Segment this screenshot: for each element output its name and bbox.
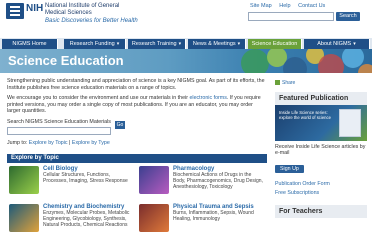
nav-label: Science Education [251,41,298,47]
nav-label: NIGMS Home [12,41,47,47]
banner-collage-image [241,49,372,73]
para-text: We encourage you to consider the environ… [7,95,190,101]
chevron-down-icon: ▾ [237,41,241,47]
featured-publication-heading: Featured Publication [275,92,367,105]
pharmacology-thumbnail[interactable] [139,166,169,194]
explore-by-type-link[interactable]: Explore by Type [72,140,110,146]
institute-name[interactable]: National Institute of General Medical Sc… [45,3,135,17]
featured-image-caption: Inside Life Science series: explore the … [279,110,331,120]
site-search-input[interactable] [248,12,334,21]
right-sidebar: Share Featured Publication Inside Life S… [275,80,367,218]
magazine-cover-icon [339,109,361,137]
education-search-go-button[interactable]: Go [115,121,125,129]
explore-by-topic-link[interactable]: Explore by Topic [29,140,68,146]
nav-item-home[interactable]: NIGMS Home [2,39,58,49]
nav-item-science-education[interactable]: Science Education [248,39,302,49]
nav-label: Research Funding [69,41,115,47]
for-teachers-heading: For Teachers [275,204,367,218]
utility-links: Site Map Help Contact Us [250,3,331,9]
nih-logo-icon[interactable] [6,3,24,19]
tagline: Basic Discoveries for Better Health [45,18,138,24]
main-nav: NIGMS Home Research Funding ▾ Research Tr… [0,38,372,49]
topic-card-cell-biology[interactable]: Cell Biology Cellular Structures, Functi… [7,163,135,201]
site-map-link[interactable]: Site Map [250,3,272,9]
share-icon [275,80,280,86]
free-subscriptions-link[interactable]: Free Subscriptions [275,190,367,196]
topic-description: Enzymes, Molecular Probes, Metabolic Eng… [43,210,130,228]
chevron-down-icon: ▾ [353,41,356,47]
nav-label: News & Meetings [192,41,236,47]
topics-grid: Cell Biology Cellular Structures, Functi… [7,163,267,240]
chemistry-thumbnail[interactable] [9,204,39,232]
share-label: Share [282,80,296,86]
site-header: NIH National Institute of General Medica… [0,0,372,38]
jump-links: Jump to: Explore by Topic | Explore by T… [7,140,267,146]
electronic-forms-link[interactable]: electronic forms [189,95,226,101]
page-title: Science Education [8,53,124,68]
page-banner: Science Education [0,49,372,73]
main-content: Strengthening public understanding and a… [7,78,267,146]
nav-item-research-funding[interactable]: Research Funding ▾ [64,39,126,49]
share-row[interactable]: Share [275,80,367,86]
trauma-thumbnail[interactable] [139,204,169,232]
explore-by-topic-heading: Explore by Topic [7,154,267,163]
nav-item-news-meetings[interactable]: News & Meetings ▾ [188,39,246,49]
contact-us-link[interactable]: Contact Us [298,3,325,9]
featured-description: Receive Inside Life Science articles by … [275,144,366,157]
sign-up-button[interactable]: Sign Up [275,164,304,173]
featured-publication-image[interactable]: Inside Life Science series: explore the … [275,105,367,141]
topic-card-trauma-sepsis[interactable]: Physical Trauma and Sepsis Burns, Inflam… [137,201,265,239]
nav-label: Research Training [131,41,177,47]
site-search-button[interactable]: Search [336,12,360,21]
topic-description: Cellular Structures, Functions, Processe… [43,172,128,184]
education-search-input[interactable] [7,126,111,135]
publication-order-form-link[interactable]: Publication Order Form [275,181,367,187]
help-link[interactable]: Help [279,3,290,9]
chevron-down-icon: ▾ [178,41,182,47]
environment-paragraph: We encourage you to consider the environ… [7,95,267,115]
nav-item-research-training[interactable]: Research Training ▾ [128,39,186,49]
topic-card-pharmacology[interactable]: Pharmacology Biochemical Actions of Drug… [137,163,265,201]
topic-description: Biochemical Actions of Drugs in the Body… [173,172,263,190]
nav-item-about[interactable]: About NIGMS ▾ [304,39,370,49]
topic-card-chemistry[interactable]: Chemistry and Biochemistry Enzymes, Mole… [7,201,135,239]
nav-label: About NIGMS [317,41,352,47]
education-search-label: Search NIGMS Science Education Materials [7,118,111,125]
topic-description: Burns, Inflammation, Sepsis, Wound Heali… [173,210,254,222]
chevron-down-icon: ▾ [116,41,120,47]
cell-biology-thumbnail[interactable] [9,166,39,194]
intro-paragraph: Strengthening public understanding and a… [7,78,265,91]
nih-logo-text[interactable]: NIH [26,3,43,14]
jump-prefix: Jump to: [7,139,29,146]
